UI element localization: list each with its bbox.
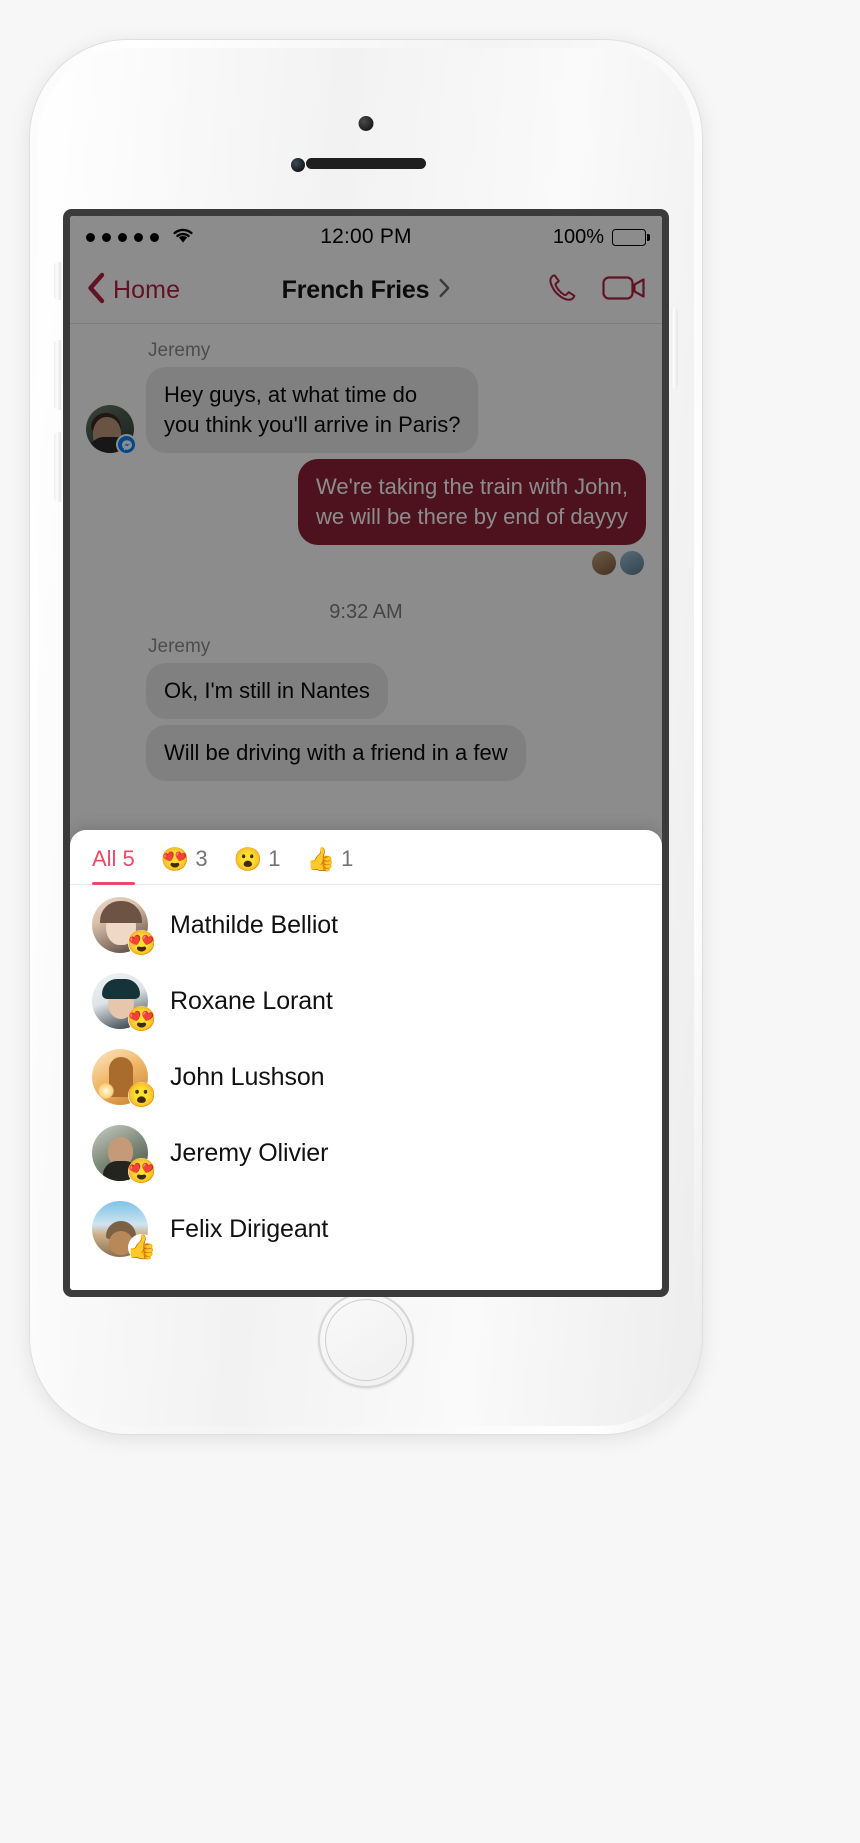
- signal-dot: [86, 232, 95, 242]
- thumbs-up-emoji-icon: 👍: [306, 845, 336, 872]
- list-item-label: Jeremy Olivier: [170, 1138, 329, 1167]
- signal-dot: [134, 232, 143, 242]
- list-item[interactable]: 😍 Jeremy Olivier: [70, 1115, 662, 1191]
- video-camera-icon[interactable]: [602, 273, 646, 308]
- list-item-label: Roxane Lorant: [170, 986, 333, 1015]
- message-text-line: we will be there by end of dayyy: [316, 504, 628, 529]
- reaction-emoji-badge: 👍: [126, 1233, 157, 1261]
- back-button[interactable]: Home: [86, 272, 180, 309]
- list-item-label: Mathilde Belliot: [170, 910, 338, 939]
- message-bubble[interactable]: Hey guys, at what time do you think you'…: [146, 367, 479, 453]
- status-bar-right: 100%: [552, 225, 650, 249]
- phone-device-frame: 12:00 PM 100% Home French Fries Jeremy H…: [30, 40, 702, 1434]
- signal-dot: [118, 232, 127, 242]
- chevron-right-icon: [438, 278, 450, 303]
- message-row-incoming: Hey guys, at what time do you think you'…: [86, 367, 646, 455]
- message-bubble[interactable]: Will be driving with a friend in a few: [146, 725, 526, 781]
- battery-full-icon: [612, 228, 650, 246]
- timestamp-divider: 9:32 AM: [329, 601, 403, 623]
- read-receipt-avatar: [620, 551, 644, 575]
- avatar[interactable]: [86, 405, 137, 455]
- conversation-title-button[interactable]: French Fries: [282, 276, 451, 305]
- avatar-wrapper: 👍: [92, 1201, 156, 1261]
- message-row-incoming: Ok, I'm still in Nantes: [86, 663, 646, 719]
- signal-dot: [102, 232, 111, 242]
- home-button[interactable]: [318, 1292, 414, 1388]
- avatar-wrapper: 😍: [92, 973, 156, 1033]
- reaction-tab-like[interactable]: 👍 1: [306, 846, 353, 884]
- page-title: French Fries: [281, 276, 430, 304]
- earpiece-speaker: [306, 158, 426, 169]
- volume-down-button[interactable]: [54, 432, 61, 502]
- signal-dot: [150, 232, 159, 242]
- message-bubble[interactable]: Ok, I'm still in Nantes: [146, 663, 388, 719]
- reaction-emoji-badge: 😍: [126, 929, 157, 957]
- message-row-outgoing: We're taking the train with John, we wil…: [86, 459, 646, 545]
- reaction-tab-label: All: [92, 846, 117, 871]
- read-receipts: [86, 551, 644, 575]
- message-reactions-sheet: All 5 😍 3 😮 1 👍 1 😍 Mathilde Belliot 😍 R…: [70, 830, 662, 1290]
- battery-percent-label: 100%: [552, 225, 604, 248]
- reactor-list: 😍 Mathilde Belliot 😍 Roxane Lorant 😮 Joh…: [70, 885, 662, 1267]
- reaction-emoji-badge: 😍: [126, 1005, 157, 1033]
- message-text-line: We're taking the train with John,: [316, 474, 628, 499]
- list-item[interactable]: 😍 Mathilde Belliot: [70, 887, 662, 963]
- list-item[interactable]: 👍 Felix Dirigeant: [70, 1191, 662, 1267]
- reaction-tab-count: 1: [341, 846, 354, 871]
- front-camera: [358, 116, 374, 131]
- read-receipt-avatar: [592, 551, 616, 575]
- list-item-label: John Lushson: [170, 1062, 325, 1091]
- messenger-badge-icon: [116, 434, 137, 455]
- reaction-tab-love[interactable]: 😍 3: [161, 846, 208, 884]
- power-button[interactable]: [671, 308, 678, 388]
- message-bubble[interactable]: We're taking the train with John, we wil…: [298, 459, 646, 545]
- message-text-line: Hey guys, at what time do: [164, 382, 418, 407]
- list-item-label: Felix Dirigeant: [170, 1214, 329, 1243]
- status-bar-time: 12:00 PM: [320, 225, 412, 248]
- navigation-actions: [544, 271, 646, 310]
- list-item[interactable]: 😍 Roxane Lorant: [70, 963, 662, 1039]
- heart-eyes-emoji-icon: 😍: [160, 845, 190, 872]
- wifi-icon: [170, 225, 196, 249]
- reaction-tab-wow[interactable]: 😮 1: [234, 846, 281, 884]
- message-sender-name: Jeremy: [148, 636, 211, 657]
- back-button-label: Home: [113, 276, 181, 304]
- phone-icon[interactable]: [544, 271, 578, 310]
- reaction-tab-all[interactable]: All 5: [92, 846, 135, 885]
- reaction-tab-count: 1: [268, 846, 281, 871]
- avatar-wrapper: 😍: [92, 1125, 156, 1185]
- message-row-incoming: Will be driving with a friend in a few: [86, 725, 646, 781]
- chevron-left-icon: [86, 272, 106, 309]
- status-bar: 12:00 PM 100%: [70, 216, 662, 258]
- reaction-tab-count: 5: [122, 846, 135, 871]
- volume-up-button[interactable]: [54, 340, 61, 410]
- list-item[interactable]: 😮 John Lushson: [70, 1039, 662, 1115]
- open-mouth-emoji-icon: 😮: [233, 845, 263, 872]
- navigation-bar: Home French Fries: [70, 258, 662, 324]
- device-screen: 12:00 PM 100% Home French Fries Jeremy H…: [70, 216, 662, 1290]
- reaction-emoji-badge: 😍: [126, 1157, 157, 1185]
- reaction-tab-count: 3: [195, 846, 208, 871]
- avatar-wrapper: 😮: [92, 1049, 156, 1109]
- avatar-wrapper: 😍: [92, 897, 156, 957]
- reaction-filter-tabs: All 5 😍 3 😮 1 👍 1: [70, 830, 662, 885]
- reaction-emoji-badge: 😮: [126, 1081, 157, 1109]
- message-sender-name: Jeremy: [148, 340, 211, 361]
- silent-switch-button[interactable]: [54, 262, 61, 300]
- status-bar-left: [86, 225, 196, 249]
- messages-area: Jeremy Hey guys, at what time do you thi…: [70, 324, 662, 904]
- proximity-sensor: [291, 158, 305, 172]
- message-text-line: you think you'll arrive in Paris?: [164, 412, 461, 437]
